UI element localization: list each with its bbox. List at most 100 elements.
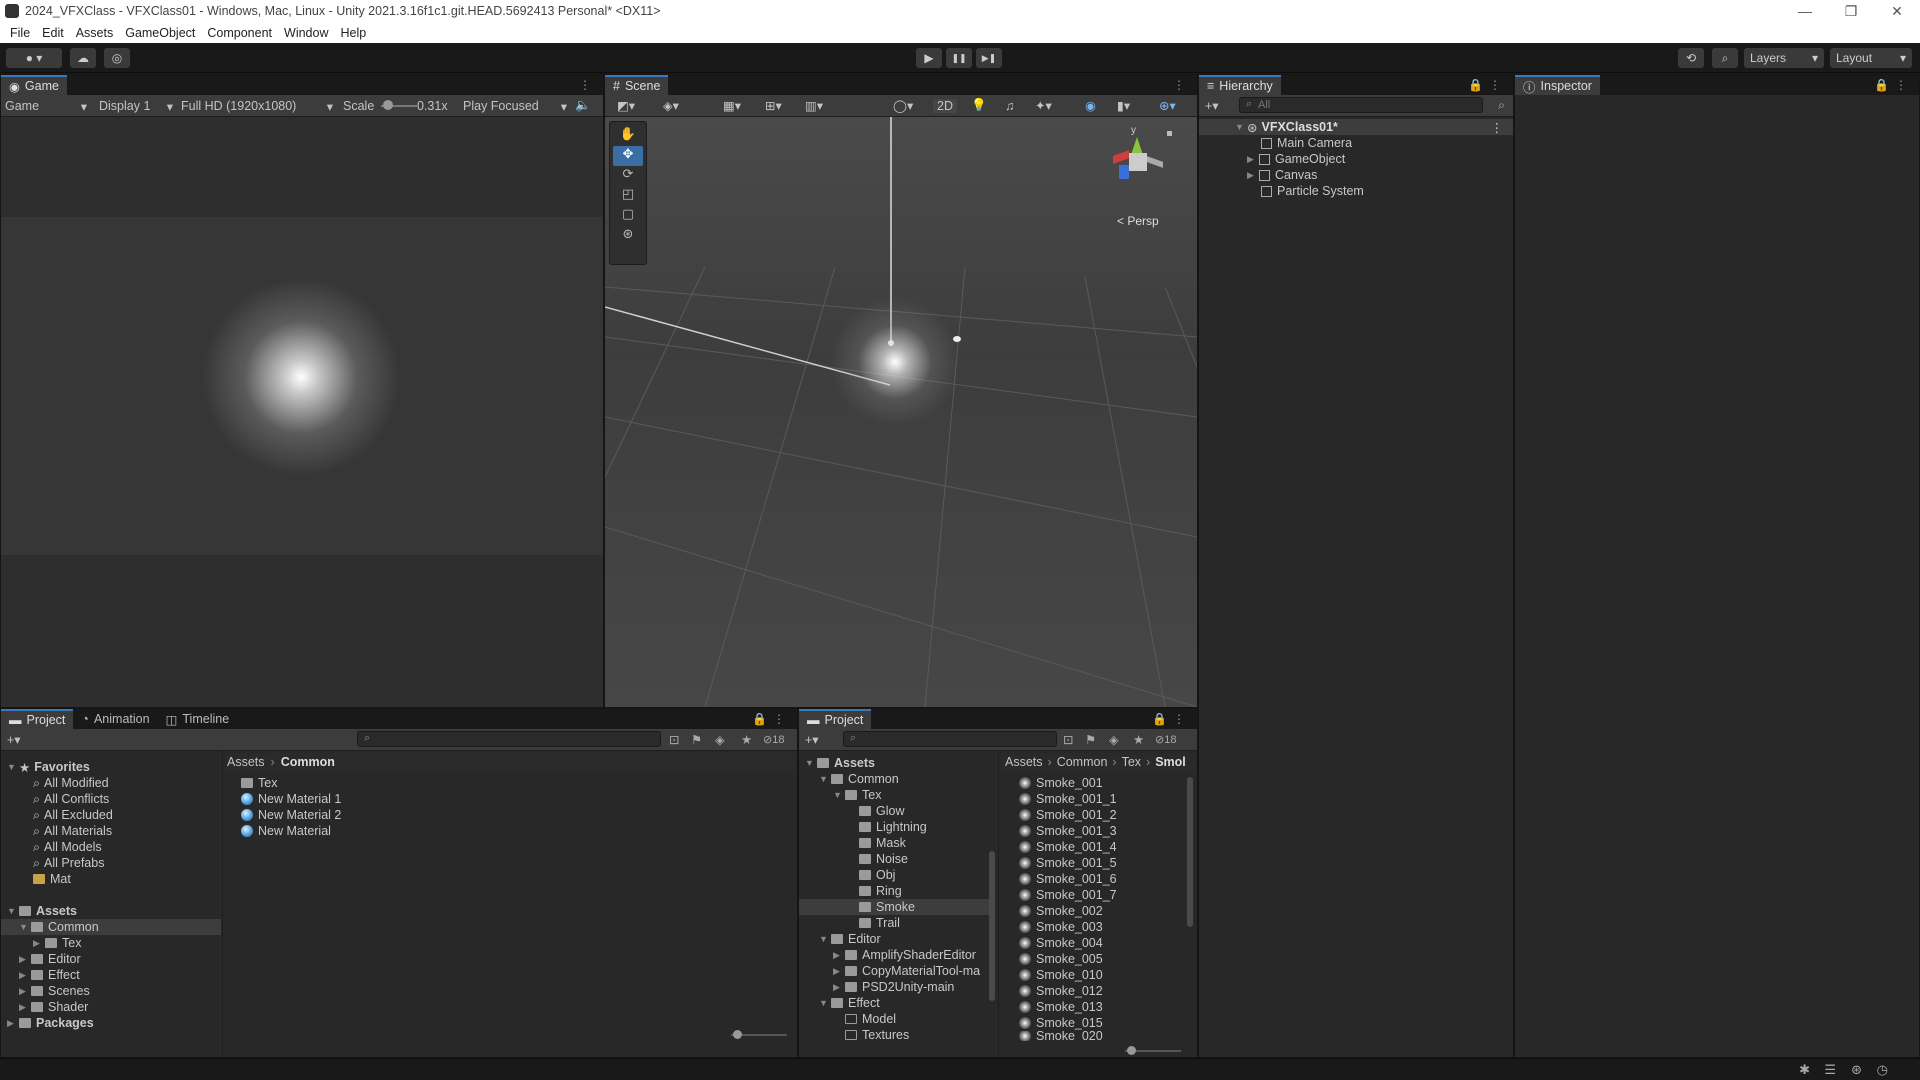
tree-item-tex[interactable]: ▶Tex — [1, 935, 81, 951]
file-item[interactable]: Smoke_002 — [1001, 903, 1103, 919]
file-item[interactable]: Smoke_005 — [1001, 951, 1103, 967]
tab-hierarchy[interactable]: ≡Hierarchy — [1199, 75, 1281, 95]
expand-arrow-icon[interactable]: ▼ — [1235, 122, 1245, 132]
tree-scrollbar[interactable] — [989, 851, 995, 1001]
menu-window[interactable]: Window — [278, 26, 334, 40]
favorite-item[interactable]: ⌕All Materials — [1, 823, 112, 839]
menu-file[interactable]: File — [4, 26, 36, 40]
menu-assets[interactable]: Assets — [70, 26, 120, 40]
scene-viewport[interactable]: ✋ ✥ ⟳ ◰ ▢ ⊛ y < Persp — [605, 117, 1197, 707]
expand-arrow-icon[interactable]: ▶ — [19, 954, 29, 965]
expand-arrow-icon[interactable]: ▶ — [833, 950, 843, 961]
breadcrumb-item[interactable]: Common — [281, 755, 335, 769]
search-options-icon[interactable]: ⌕ — [1498, 98, 1505, 113]
breadcrumb-item[interactable]: Assets — [1005, 755, 1043, 769]
tag-icon[interactable]: ◈ — [1109, 732, 1119, 747]
cloud-button[interactable]: ☁ — [70, 48, 96, 68]
lighting-icon[interactable]: 💡 — [971, 98, 987, 113]
expand-arrow-icon[interactable]: ▶ — [1247, 154, 1257, 165]
expand-arrow-icon[interactable]: ▶ — [833, 966, 843, 977]
favorite-star-icon[interactable]: ★ — [741, 732, 752, 747]
audio-icon[interactable]: ♫ — [1005, 99, 1014, 113]
camera-icon[interactable]: ▮▾ — [1117, 98, 1130, 113]
expand-arrow-icon[interactable]: ▼ — [805, 758, 815, 768]
file-item[interactable]: Smoke_001_4 — [1001, 839, 1117, 855]
favorite-star-icon[interactable]: ★ — [1133, 732, 1144, 747]
minimize-button[interactable]: — — [1782, 3, 1828, 19]
bug-icon[interactable]: ✱ — [1799, 1062, 1810, 1078]
layers-dropdown[interactable]: Layers▾ — [1744, 48, 1824, 68]
icon-size-slider[interactable] — [731, 1034, 787, 1036]
packages-header[interactable]: ▶Packages — [1, 1015, 94, 1031]
play-focused-dropdown[interactable]: Play Focused▾ — [463, 99, 567, 113]
expand-arrow-icon[interactable]: ▶ — [833, 982, 843, 993]
lock-icon[interactable]: 🔒⋮ — [1874, 78, 1913, 92]
file-item[interactable]: Smoke_012 — [1001, 983, 1103, 999]
grid-snap-icon[interactable]: ▦▾ — [723, 98, 741, 113]
hierarchy-search-input[interactable] — [1258, 98, 1458, 112]
tree-item[interactable]: Glow — [799, 803, 904, 819]
history-button[interactable]: ⟲ — [1678, 48, 1704, 68]
tree-item[interactable]: Noise — [799, 851, 908, 867]
hierarchy-item[interactable]: ▶GameObject — [1199, 151, 1345, 167]
resolution-dropdown[interactable]: Full HD (1920x1080)▾ — [181, 99, 333, 113]
hand-tool-icon[interactable]: ✋ — [613, 126, 643, 146]
breadcrumb-item[interactable]: Smol — [1155, 755, 1186, 769]
file-item[interactable]: New Material 2 — [225, 807, 341, 823]
add-object-button[interactable]: +▾ — [1205, 98, 1219, 113]
tab-timeline[interactable]: ◫Timeline — [158, 709, 238, 729]
tree-item[interactable]: Ring — [799, 883, 902, 899]
tree-item[interactable]: Textures — [799, 1027, 909, 1043]
close-button[interactable]: ✕ — [1874, 3, 1920, 20]
expand-arrow-icon[interactable]: ▶ — [33, 938, 43, 949]
rect-tool-icon[interactable]: ▢ — [613, 206, 643, 226]
game-mode-dropdown[interactable]: Game▾ — [5, 99, 89, 113]
perspective-label[interactable]: < Persp — [1117, 214, 1159, 228]
favorite-item[interactable]: ⌕All Models — [1, 839, 102, 855]
files-scrollbar[interactable] — [1187, 777, 1193, 927]
hidden-packages-toggle[interactable]: ⊘18 — [763, 733, 784, 746]
tree-item-editor[interactable]: ▶Editor — [1, 951, 81, 967]
breadcrumb-item[interactable]: Common — [1057, 755, 1108, 769]
favorite-item[interactable]: ⌕All Excluded — [1, 807, 113, 823]
menu-component[interactable]: Component — [201, 26, 278, 40]
tag-icon[interactable]: ◈ — [715, 732, 725, 747]
effects-icon[interactable]: ✦▾ — [1035, 98, 1052, 113]
tree-item-common[interactable]: ▼Common — [1, 919, 221, 935]
expand-arrow-icon[interactable]: ▶ — [7, 1018, 17, 1029]
create-button[interactable]: +▾ — [7, 732, 21, 747]
tree-item[interactable]: ▼Effect — [799, 995, 880, 1011]
account-dropdown[interactable]: ● ▾ — [6, 48, 62, 68]
expand-arrow-icon[interactable]: ▼ — [7, 762, 17, 772]
tab-animation[interactable]: ◔Animation — [73, 709, 157, 729]
tree-item-scenes[interactable]: ▶Scenes — [1, 983, 90, 999]
render-paths-icon[interactable]: ◈▾ — [663, 98, 679, 113]
tree-item[interactable]: ▼Common — [799, 771, 899, 787]
hierarchy-item[interactable]: ▶Canvas — [1199, 167, 1317, 183]
favorites-header[interactable]: ▼★Favorites — [1, 759, 90, 775]
tab-project-2[interactable]: ▬Project — [799, 709, 871, 729]
scale-slider[interactable] — [381, 105, 417, 107]
hierarchy-item[interactable]: Particle System — [1199, 183, 1364, 199]
tab-project[interactable]: ▬Project — [1, 709, 73, 729]
breadcrumb-item[interactable]: Tex — [1122, 755, 1141, 769]
hierarchy-item[interactable]: Main Camera — [1199, 135, 1352, 151]
file-item[interactable]: Smoke_001_5 — [1001, 855, 1117, 871]
project-right-search[interactable]: ⌕ — [843, 731, 1057, 747]
play-button[interactable]: ▶ — [916, 48, 942, 68]
tree-item[interactable]: ▼Editor — [799, 931, 881, 947]
expand-arrow-icon[interactable]: ▼ — [819, 998, 829, 1008]
file-item[interactable]: Smoke_015 — [1001, 1015, 1103, 1031]
expand-arrow-icon[interactable]: ▼ — [7, 906, 17, 916]
menu-edit[interactable]: Edit — [36, 26, 70, 40]
file-item[interactable]: Smoke_013 — [1001, 999, 1103, 1015]
favorite-item[interactable]: ⌕All Conflicts — [1, 791, 109, 807]
search-by-type-icon[interactable]: ⊡ — [669, 732, 679, 747]
tree-item[interactable]: Model — [799, 1011, 896, 1027]
tree-item-shader[interactable]: ▶Shader — [1, 999, 88, 1015]
rotate-tool-icon[interactable]: ⟳ — [613, 166, 643, 186]
layout-dropdown[interactable]: Layout▾ — [1830, 48, 1912, 68]
scene-root-row[interactable]: ▼ ⊛ VFXClass01* ⋮ — [1199, 119, 1513, 135]
tree-item[interactable]: Trail — [799, 915, 900, 931]
lock-icon[interactable]: 🔒⋮ — [1468, 78, 1507, 92]
